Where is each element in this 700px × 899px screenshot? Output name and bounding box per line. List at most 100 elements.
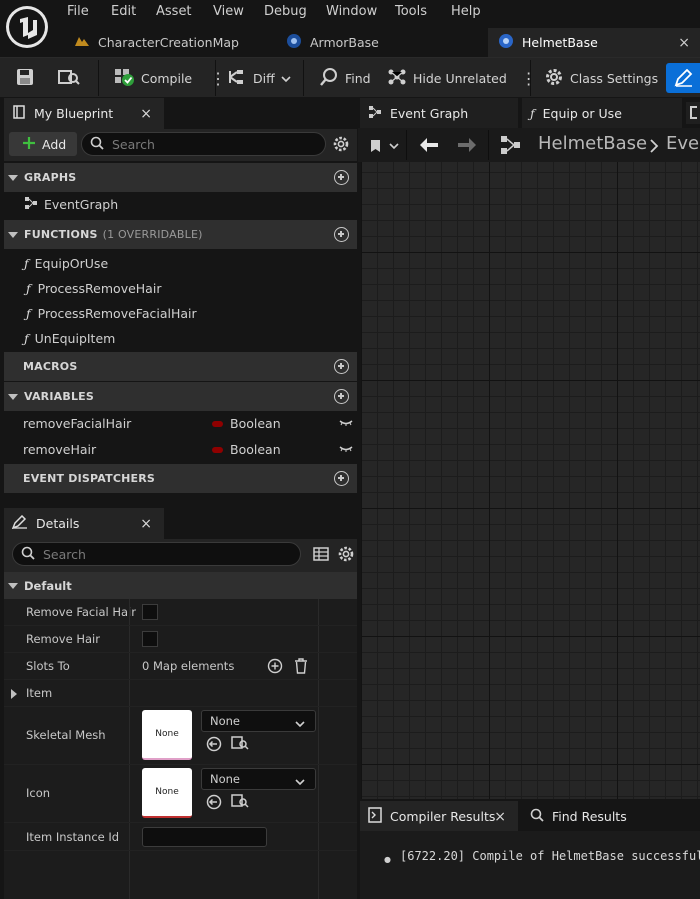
thumbnail-label: None xyxy=(155,729,179,739)
back-arrow-icon[interactable] xyxy=(418,137,440,156)
table-view-icon[interactable] xyxy=(313,546,329,565)
tab-armor-base[interactable]: ArmorBase xyxy=(276,28,486,57)
add-variable-icon[interactable] xyxy=(334,389,349,404)
menu-edit[interactable]: Edit xyxy=(111,4,136,20)
remove-facial-hair-checkbox[interactable] xyxy=(142,604,158,620)
breadcrumb-root[interactable]: HelmetBase xyxy=(538,133,647,154)
close-tab-icon[interactable]: × xyxy=(678,35,690,51)
menu-window[interactable]: Window xyxy=(326,4,377,20)
boolean-pin-icon xyxy=(212,447,223,453)
bookmark-icon[interactable] xyxy=(370,139,400,156)
icon-texture-dropdown[interactable]: None xyxy=(201,768,316,790)
close-panel-icon[interactable]: × xyxy=(140,516,152,532)
caret-right-icon[interactable] xyxy=(11,689,17,699)
variable-item-removefacialhair[interactable]: removeFacialHair Boolean xyxy=(4,411,357,436)
menu-debug[interactable]: Debug xyxy=(264,4,307,20)
bottom-panel: Compiler Results × Find Results ● [6722.… xyxy=(358,799,700,899)
variable-type[interactable]: Boolean xyxy=(230,442,281,457)
graph-canvas[interactable] xyxy=(361,162,700,799)
function-item-equiporuse[interactable]: ƒ EquipOrUse xyxy=(4,251,357,276)
menu-help[interactable]: Help xyxy=(451,4,481,20)
trash-icon[interactable] xyxy=(293,657,309,678)
skeletal-mesh-dropdown[interactable]: None xyxy=(201,710,316,732)
graph-item-eventgraph[interactable]: EventGraph xyxy=(4,192,357,217)
icon-texture-thumbnail[interactable]: None xyxy=(142,768,192,818)
browse-asset-icon[interactable] xyxy=(231,735,249,754)
tab-helmet-base[interactable]: HelmetBase × xyxy=(488,28,700,57)
my-blueprint-panel: My Blueprint × Add Search GRAPHS EventGr… xyxy=(0,97,358,899)
details-tab[interactable]: Details × xyxy=(4,508,164,539)
function-icon: ƒ xyxy=(530,106,535,121)
skeletal-mesh-thumbnail[interactable]: None xyxy=(142,710,192,760)
use-selected-arrow-icon[interactable] xyxy=(206,736,222,755)
graphs-section-header[interactable]: GRAPHS xyxy=(4,163,357,192)
class-settings-button[interactable]: Class Settings xyxy=(544,58,658,98)
forward-arrow-icon[interactable] xyxy=(456,137,478,156)
details-search-input[interactable]: Search xyxy=(12,542,301,566)
macros-section-header[interactable]: MACROS xyxy=(4,352,357,381)
breadcrumb-current[interactable]: Even xyxy=(666,133,700,154)
save-button[interactable] xyxy=(16,58,34,98)
browse-button[interactable] xyxy=(58,58,80,98)
tab-compiler-results[interactable]: Compiler Results × xyxy=(360,801,518,832)
close-panel-icon[interactable]: × xyxy=(494,809,506,825)
close-panel-icon[interactable]: × xyxy=(140,106,152,122)
function-item-processremovefacialhair[interactable]: ƒ ProcessRemoveFacialHair xyxy=(4,301,357,326)
gear-icon[interactable] xyxy=(337,545,355,566)
variable-item-removehair[interactable]: removeHair Boolean xyxy=(4,437,357,462)
category-title: Default xyxy=(24,578,72,593)
diff-button[interactable]: Diff xyxy=(227,58,291,98)
functions-section-header[interactable]: FUNCTIONS (1 OVERRIDABLE) xyxy=(4,220,357,249)
menu-asset[interactable]: Asset xyxy=(156,4,192,20)
hide-unrelated-options-icon[interactable]: ⋮ xyxy=(521,69,537,88)
variable-type[interactable]: Boolean xyxy=(230,416,281,431)
menu-view[interactable]: View xyxy=(213,4,244,20)
add-macro-icon[interactable] xyxy=(334,359,349,374)
my-blueprint-search-input[interactable]: Search xyxy=(81,132,326,156)
compile-button[interactable]: Compile ⋮ xyxy=(113,58,226,98)
tab-character-creation-map[interactable]: CharacterCreationMap xyxy=(64,28,278,57)
search-placeholder: Search xyxy=(112,136,155,152)
remove-hair-checkbox[interactable] xyxy=(142,631,158,647)
hide-unrelated-button[interactable]: Hide Unrelated ⋮ xyxy=(387,58,537,98)
add-graph-icon[interactable] xyxy=(334,170,349,185)
overflow-tab[interactable] xyxy=(686,102,700,124)
add-element-icon[interactable] xyxy=(267,658,283,677)
toolbar-separator xyxy=(215,60,216,96)
thumbnail-label: None xyxy=(155,787,179,797)
property-label: Item Instance Id xyxy=(26,830,120,844)
class-defaults-button[interactable] xyxy=(666,63,700,93)
add-dispatcher-icon[interactable] xyxy=(334,471,349,486)
event-dispatchers-section-header[interactable]: EVENT DISPATCHERS xyxy=(4,464,357,493)
property-label: Slots To xyxy=(26,659,70,673)
caret-down-icon xyxy=(8,582,18,589)
eye-closed-icon[interactable] xyxy=(339,416,353,431)
add-button[interactable]: Add xyxy=(9,132,77,156)
function-item-unequipitem[interactable]: ƒ UnEquipItem xyxy=(4,326,357,351)
tab-find-results[interactable]: Find Results xyxy=(522,801,682,832)
nav-separator xyxy=(488,130,489,160)
gear-icon[interactable] xyxy=(332,135,350,156)
override-function-icon: ƒ xyxy=(24,331,29,346)
variables-section-header[interactable]: VARIABLES xyxy=(4,382,357,411)
tab-event-graph[interactable]: Event Graph xyxy=(360,98,518,129)
browse-icon xyxy=(58,68,80,89)
boolean-pin-icon xyxy=(212,421,223,427)
add-function-icon[interactable] xyxy=(334,227,349,242)
browse-asset-icon[interactable] xyxy=(231,793,249,812)
item-instance-id-input[interactable] xyxy=(142,827,267,847)
function-item-processremovehair[interactable]: ƒ ProcessRemoveHair xyxy=(4,276,357,301)
tab-equip-or-use[interactable]: ƒ Equip or Use xyxy=(522,98,682,129)
eye-closed-icon[interactable] xyxy=(339,442,353,457)
my-blueprint-tab[interactable]: My Blueprint × xyxy=(4,98,164,129)
menu-file[interactable]: File xyxy=(67,4,89,20)
property-row-item-instance-id: Item Instance Id xyxy=(4,823,357,851)
use-selected-arrow-icon[interactable] xyxy=(206,794,222,813)
find-button[interactable]: Find xyxy=(319,58,371,98)
unreal-logo-icon[interactable] xyxy=(6,6,48,48)
menu-tools[interactable]: Tools xyxy=(395,4,427,20)
default-category-header[interactable]: Default xyxy=(4,572,357,599)
property-row-item[interactable]: Item xyxy=(4,680,357,707)
compile-options-icon[interactable]: ⋮ xyxy=(210,69,226,88)
dropdown-value: None xyxy=(210,714,241,728)
